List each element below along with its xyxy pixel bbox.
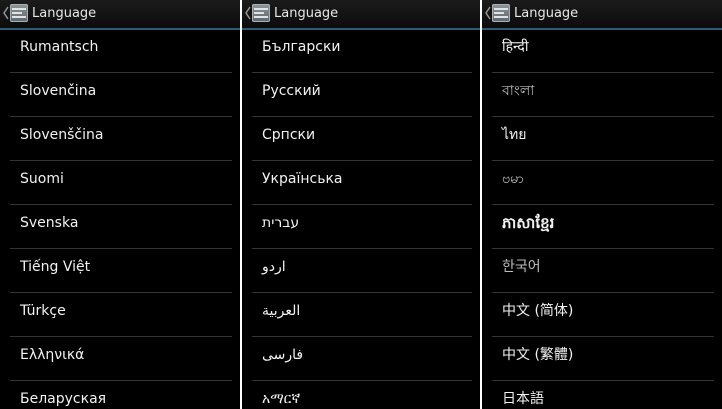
list-divider bbox=[492, 336, 714, 337]
list-divider bbox=[492, 292, 714, 293]
list-divider bbox=[252, 336, 472, 337]
language-list: हिन्दी বাংলা ไทย ဗမာ ភាសាខ្មែរ 한국어 中文 (简… bbox=[482, 30, 722, 409]
list-divider bbox=[10, 72, 232, 73]
language-item[interactable]: 中文 (简体) bbox=[492, 294, 714, 337]
language-label: ไทย bbox=[502, 127, 527, 143]
language-item[interactable]: Slovenščina bbox=[10, 118, 232, 161]
language-label: ភាសាខ្មែរ bbox=[502, 214, 555, 232]
language-item[interactable]: Suomi bbox=[10, 162, 232, 205]
language-item[interactable]: اردو bbox=[252, 250, 472, 293]
list-divider bbox=[492, 204, 714, 205]
language-screen-3: Language हिन्दी বাংলা ไทย ဗမာ ភាសាខ្មែរ … bbox=[482, 0, 722, 409]
language-label: বাংলা bbox=[502, 83, 535, 99]
language-label: עברית bbox=[262, 215, 300, 231]
language-label: አማርኛ bbox=[262, 391, 301, 407]
action-bar-title: Language bbox=[274, 6, 339, 21]
language-item[interactable]: ไทย bbox=[492, 118, 714, 161]
language-label: Беларуская bbox=[20, 391, 107, 407]
language-item[interactable]: Tiếng Việt bbox=[10, 250, 232, 293]
language-screen-2: Language Български Русский Српски Україн… bbox=[242, 0, 480, 409]
language-item[interactable]: עברית bbox=[252, 206, 472, 249]
language-item[interactable]: 中文 (繁體) bbox=[492, 338, 714, 381]
language-item[interactable]: 한국어 bbox=[492, 250, 714, 293]
language-item[interactable]: Русский bbox=[252, 74, 472, 117]
action-bar: Language bbox=[0, 0, 240, 28]
language-label: Rumantsch bbox=[20, 39, 99, 55]
list-divider bbox=[252, 248, 472, 249]
list-divider bbox=[252, 72, 472, 73]
language-label: فارسی bbox=[262, 347, 304, 363]
language-label: Svenska bbox=[20, 215, 79, 231]
back-caret-icon[interactable] bbox=[244, 5, 252, 21]
language-item[interactable]: አማርኛ bbox=[252, 382, 472, 409]
language-item[interactable]: 日本語 bbox=[492, 382, 714, 409]
list-divider bbox=[492, 72, 714, 73]
settings-app-icon[interactable] bbox=[252, 4, 270, 22]
language-item[interactable]: فارسی bbox=[252, 338, 472, 381]
language-label: 日本語 bbox=[502, 391, 544, 407]
list-divider bbox=[492, 160, 714, 161]
list-divider bbox=[492, 116, 714, 117]
language-label: اردو bbox=[262, 259, 286, 275]
list-divider bbox=[252, 380, 472, 381]
language-item[interactable]: हिन्दी bbox=[492, 30, 714, 73]
language-item[interactable]: বাংলা bbox=[492, 74, 714, 117]
language-item[interactable]: العربية bbox=[252, 294, 472, 337]
list-divider bbox=[252, 116, 472, 117]
action-bar-title: Language bbox=[32, 6, 97, 21]
language-item[interactable]: ဗမာ bbox=[492, 162, 714, 205]
language-label: ဗမာ bbox=[502, 171, 524, 187]
list-divider bbox=[10, 204, 232, 205]
language-item[interactable]: Türkçe bbox=[10, 294, 232, 337]
language-label: Türkçe bbox=[20, 303, 66, 319]
list-divider bbox=[252, 204, 472, 205]
action-bar-title: Language bbox=[514, 6, 579, 21]
language-item[interactable]: Беларуская bbox=[10, 382, 232, 409]
language-item[interactable]: Rumantsch bbox=[10, 30, 232, 73]
language-item[interactable]: Ελληνικά bbox=[10, 338, 232, 381]
settings-app-icon[interactable] bbox=[10, 4, 28, 22]
back-caret-icon[interactable] bbox=[2, 5, 10, 21]
list-divider bbox=[10, 380, 232, 381]
language-item[interactable]: ភាសាខ្មែរ bbox=[492, 206, 714, 249]
list-divider bbox=[252, 292, 472, 293]
language-label: Українська bbox=[262, 171, 343, 187]
list-divider bbox=[10, 292, 232, 293]
language-item[interactable]: Slovenčina bbox=[10, 74, 232, 117]
language-label: Ελληνικά bbox=[20, 347, 85, 363]
language-label: Српски bbox=[262, 127, 316, 143]
list-divider bbox=[10, 336, 232, 337]
action-bar: Language bbox=[242, 0, 480, 28]
language-item[interactable]: Български bbox=[252, 30, 472, 73]
language-screen-1: Language Rumantsch Slovenčina Slovenščin… bbox=[0, 0, 240, 409]
back-caret-icon[interactable] bbox=[484, 5, 492, 21]
language-label: 中文 (繁體) bbox=[502, 347, 574, 363]
language-item[interactable]: Українська bbox=[252, 162, 472, 205]
language-item[interactable]: Svenska bbox=[10, 206, 232, 249]
language-label: 한국어 bbox=[502, 259, 541, 275]
language-label: Български bbox=[262, 39, 341, 55]
language-label: Suomi bbox=[20, 171, 64, 187]
list-divider bbox=[10, 160, 232, 161]
list-divider bbox=[252, 160, 472, 161]
language-list: Български Русский Српски Українська עברי… bbox=[242, 30, 480, 409]
language-label: हिन्दी bbox=[502, 39, 529, 55]
language-label: 中文 (简体) bbox=[502, 303, 574, 319]
language-label: Slovenčina bbox=[20, 83, 97, 99]
list-divider bbox=[492, 248, 714, 249]
settings-app-icon[interactable] bbox=[492, 4, 510, 22]
language-list: Rumantsch Slovenčina Slovenščina Suomi S… bbox=[0, 30, 240, 409]
list-divider bbox=[10, 248, 232, 249]
language-label: Русский bbox=[262, 83, 321, 99]
language-label: العربية bbox=[262, 303, 301, 319]
action-bar: Language bbox=[482, 0, 722, 28]
list-divider bbox=[10, 116, 232, 117]
language-item[interactable]: Српски bbox=[252, 118, 472, 161]
language-label: Tiếng Việt bbox=[20, 259, 91, 275]
list-divider bbox=[492, 380, 714, 381]
language-label: Slovenščina bbox=[20, 127, 104, 143]
